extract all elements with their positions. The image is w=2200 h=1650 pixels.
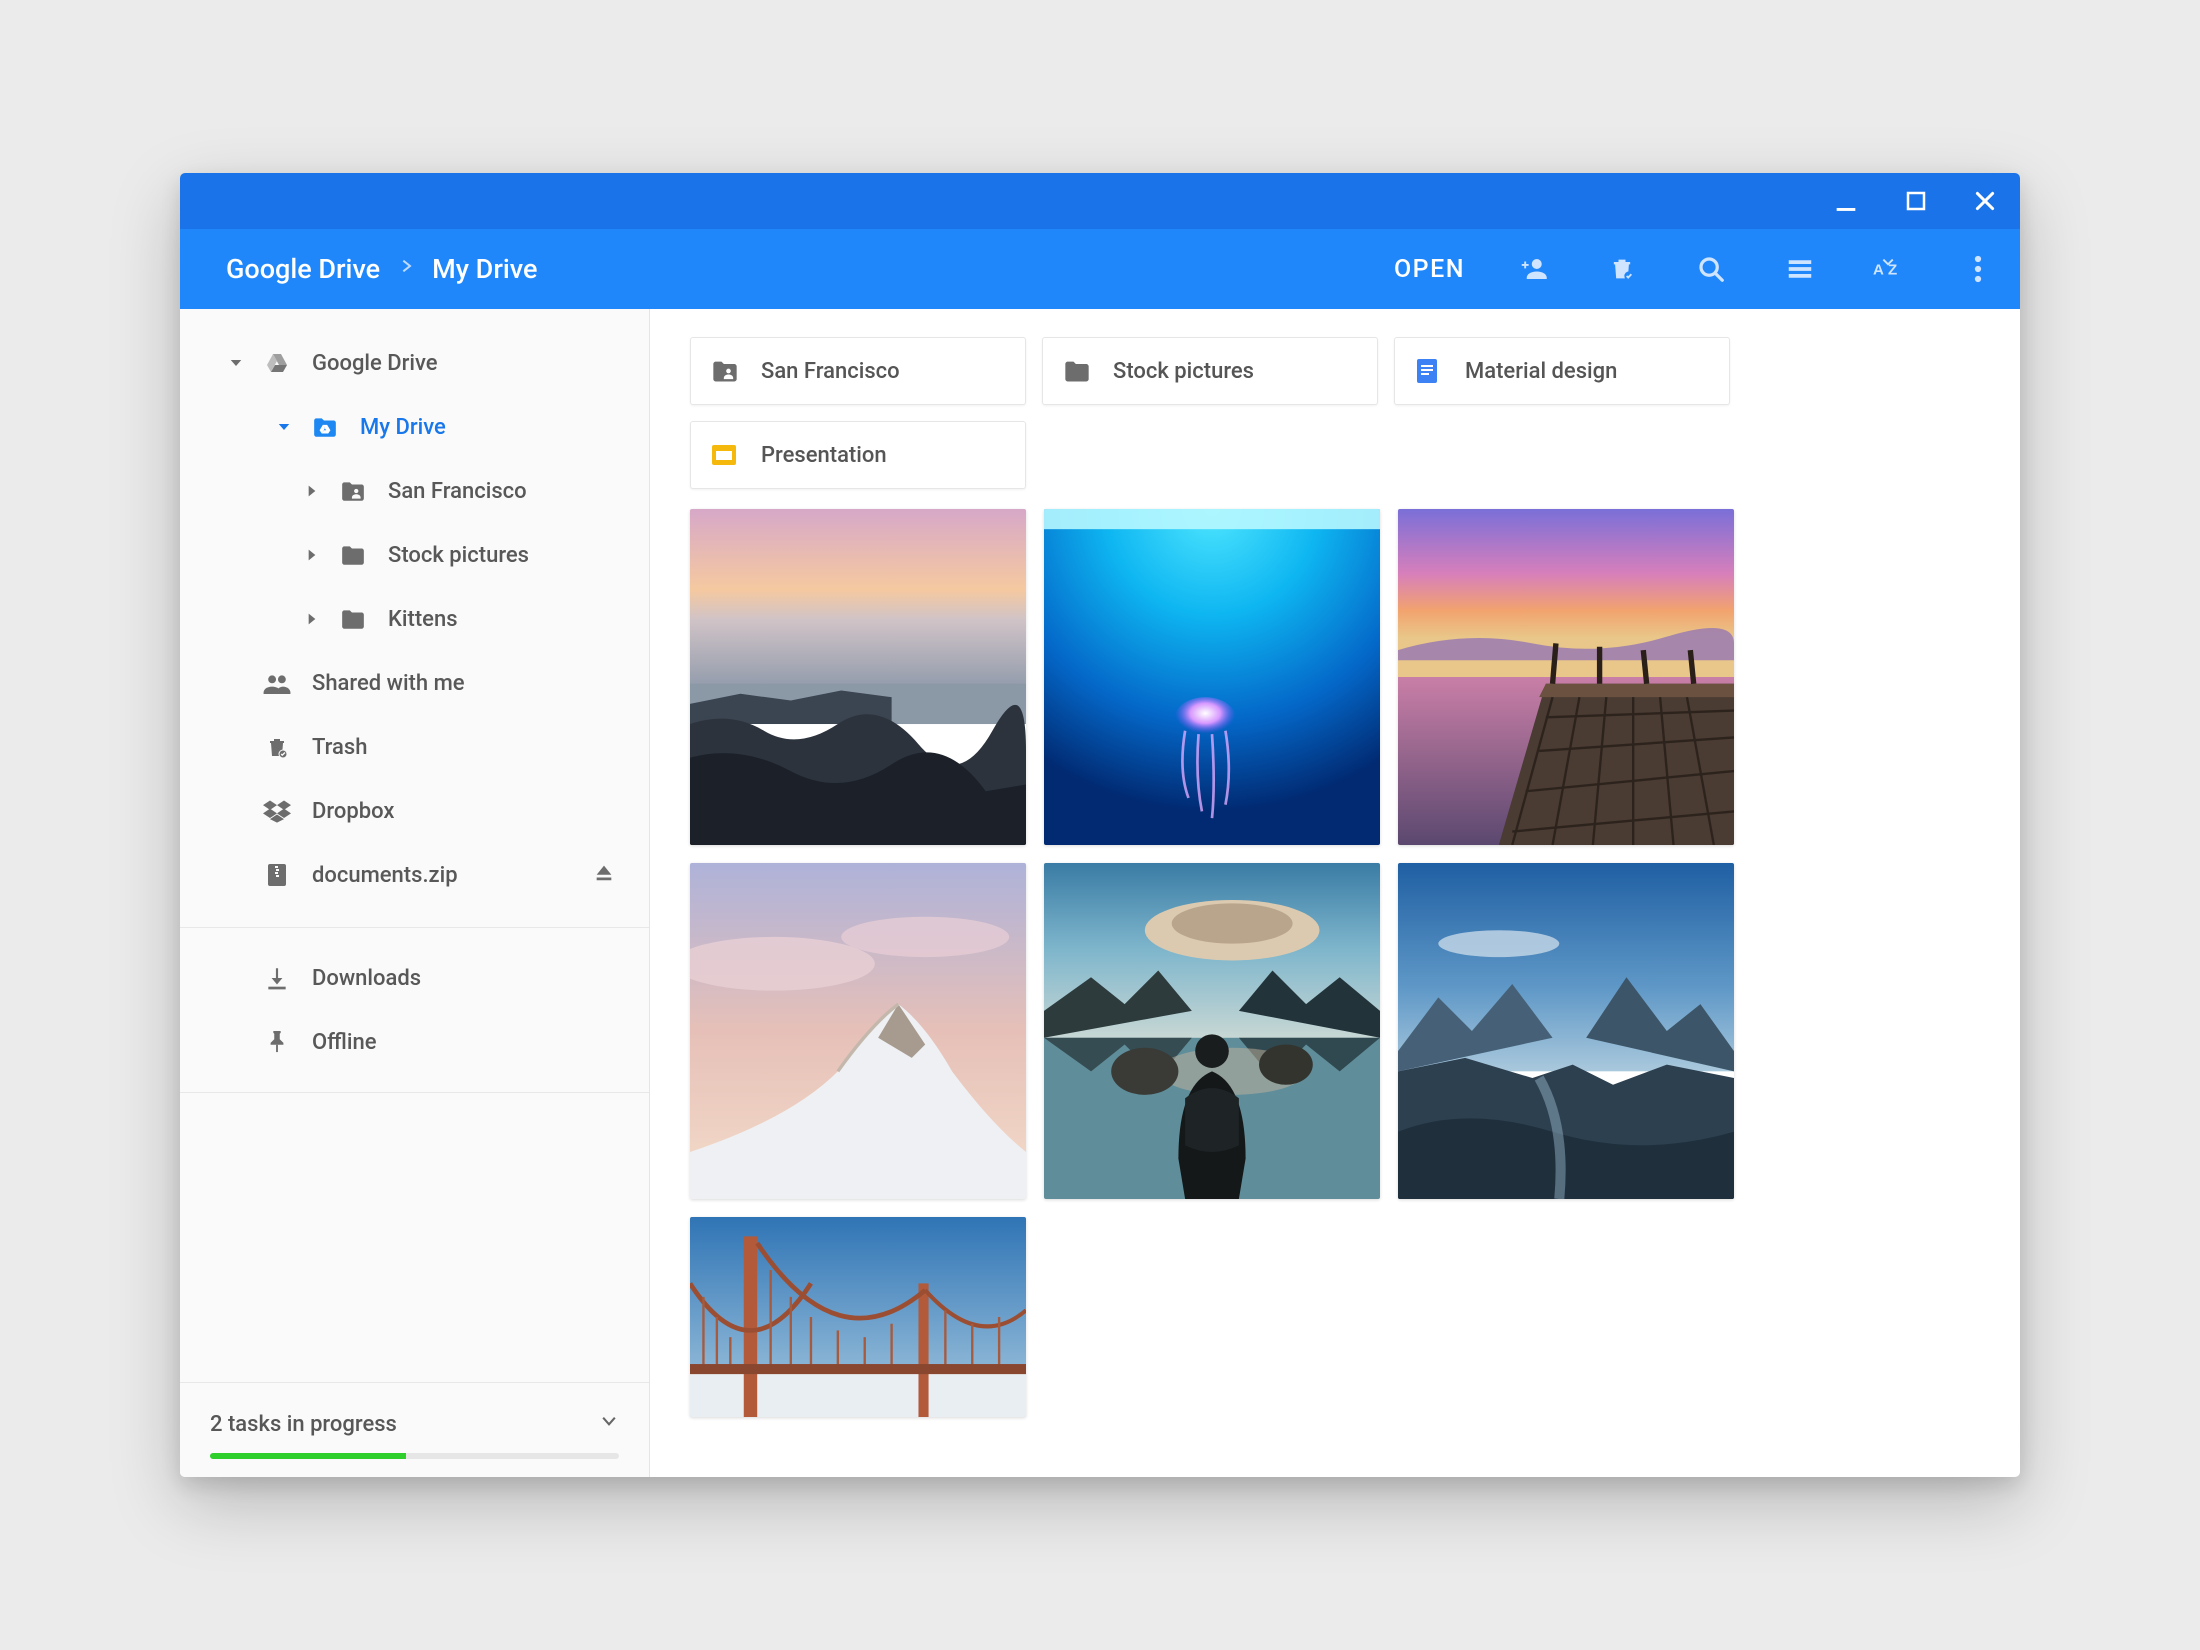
window-titlebar	[180, 173, 2020, 229]
progress-fill	[210, 1453, 406, 1459]
sidebar-item-label: Shared with me	[312, 671, 465, 696]
trash-icon	[262, 734, 292, 760]
sidebar-item-dropbox[interactable]: Dropbox	[180, 779, 649, 843]
chevron-right-icon	[398, 253, 414, 285]
image-grid	[690, 509, 1988, 1417]
dropbox-icon	[262, 799, 292, 823]
sidebar-tree: Google Drive My Drive San Francisco	[180, 309, 649, 928]
status-label: 2 tasks in progress	[210, 1412, 397, 1437]
chevron-right-icon[interactable]	[300, 483, 324, 499]
app-window: Google Drive My Drive OPEN AZ	[180, 173, 2020, 1477]
sidebar-item-label: Downloads	[312, 966, 421, 991]
breadcrumb: Google Drive My Drive	[226, 253, 537, 285]
sidebar-item-documents-zip[interactable]: documents.zip	[180, 843, 649, 907]
sidebar-item-trash[interactable]: Trash	[180, 715, 649, 779]
google-slides-icon	[711, 443, 739, 467]
chip-label: Material design	[1465, 359, 1617, 384]
window-minimize-icon[interactable]	[1832, 187, 1860, 215]
sidebar-item-my-drive[interactable]: My Drive	[180, 395, 649, 459]
sidebar: Google Drive My Drive San Francisco	[180, 309, 650, 1477]
sidebar-item-shared-with-me[interactable]: Shared with me	[180, 651, 649, 715]
open-button[interactable]: OPEN	[1394, 255, 1465, 284]
view-list-icon[interactable]	[1784, 253, 1816, 285]
folder-chips: San Francisco Stock pictures Material de…	[690, 337, 1988, 489]
chevron-right-icon[interactable]	[300, 547, 324, 563]
search-icon[interactable]	[1695, 253, 1727, 285]
sort-az-icon[interactable]: AZ	[1873, 253, 1905, 285]
sidebar-item-offline[interactable]: Offline	[180, 1010, 649, 1074]
image-tile[interactable]	[1398, 509, 1734, 845]
chevron-right-icon[interactable]	[300, 611, 324, 627]
breadcrumb-current[interactable]: My Drive	[432, 253, 537, 285]
image-tile[interactable]	[1044, 509, 1380, 845]
chip-san-francisco[interactable]: San Francisco	[690, 337, 1026, 405]
sidebar-item-label: Offline	[312, 1030, 376, 1055]
image-tile[interactable]	[690, 863, 1026, 1199]
chip-label: San Francisco	[761, 359, 900, 384]
sidebar-item-kittens[interactable]: Kittens	[180, 587, 649, 651]
image-tile[interactable]	[1398, 863, 1734, 1199]
status-panel[interactable]: 2 tasks in progress	[180, 1382, 649, 1477]
sidebar-item-label: Stock pictures	[388, 543, 529, 568]
google-drive-icon	[262, 351, 292, 375]
folder-shared-icon	[338, 480, 368, 502]
content-pane: San Francisco Stock pictures Material de…	[650, 309, 2020, 1477]
sidebar-item-label: documents.zip	[312, 863, 458, 888]
image-tile[interactable]	[690, 509, 1026, 845]
header-toolbar: AZ	[1517, 253, 1994, 285]
sidebar-item-label: Google Drive	[312, 351, 438, 376]
chip-material-design[interactable]: Material design	[1394, 337, 1730, 405]
sidebar-item-label: My Drive	[360, 415, 446, 440]
sidebar-item-stock-pictures[interactable]: Stock pictures	[180, 523, 649, 587]
sidebar-item-downloads[interactable]: Downloads	[180, 946, 649, 1010]
chevron-down-icon[interactable]	[599, 1411, 619, 1437]
breadcrumb-root[interactable]: Google Drive	[226, 253, 380, 285]
folder-icon	[338, 608, 368, 630]
sidebar-item-label: San Francisco	[388, 479, 527, 504]
image-tile[interactable]	[690, 1217, 1026, 1417]
more-menu-icon[interactable]	[1962, 253, 1994, 285]
download-icon	[262, 965, 292, 991]
sidebar-item-label: Dropbox	[312, 799, 394, 824]
folder-icon	[338, 544, 368, 566]
window-close-icon[interactable]	[1972, 188, 1998, 214]
window-maximize-icon[interactable]	[1904, 189, 1928, 213]
folder-icon	[1063, 359, 1091, 383]
add-person-icon[interactable]	[1517, 253, 1549, 285]
chevron-down-icon[interactable]	[224, 354, 248, 372]
chip-stock-pictures[interactable]: Stock pictures	[1042, 337, 1378, 405]
eject-icon[interactable]	[593, 861, 615, 889]
sidebar-item-san-francisco[interactable]: San Francisco	[180, 459, 649, 523]
folder-shared-icon	[711, 359, 739, 383]
chevron-down-icon[interactable]	[272, 418, 296, 436]
pin-icon	[262, 1028, 292, 1056]
app-header: Google Drive My Drive OPEN AZ	[180, 229, 2020, 309]
svg-text:A: A	[1873, 262, 1884, 279]
folder-drive-icon	[310, 416, 340, 438]
progress-bar	[210, 1453, 619, 1459]
chip-label: Stock pictures	[1113, 359, 1254, 384]
chip-presentation[interactable]: Presentation	[690, 421, 1026, 489]
sidebar-item-label: Trash	[312, 735, 367, 760]
image-tile[interactable]	[1044, 863, 1380, 1199]
zip-file-icon	[262, 862, 292, 888]
sidebar-item-label: Kittens	[388, 607, 458, 632]
sidebar-section-local: Downloads Offline	[180, 928, 649, 1093]
chip-label: Presentation	[761, 443, 887, 468]
shared-icon	[262, 672, 292, 694]
sidebar-item-google-drive[interactable]: Google Drive	[180, 331, 649, 395]
google-docs-icon	[1415, 357, 1443, 385]
delete-icon[interactable]	[1606, 253, 1638, 285]
